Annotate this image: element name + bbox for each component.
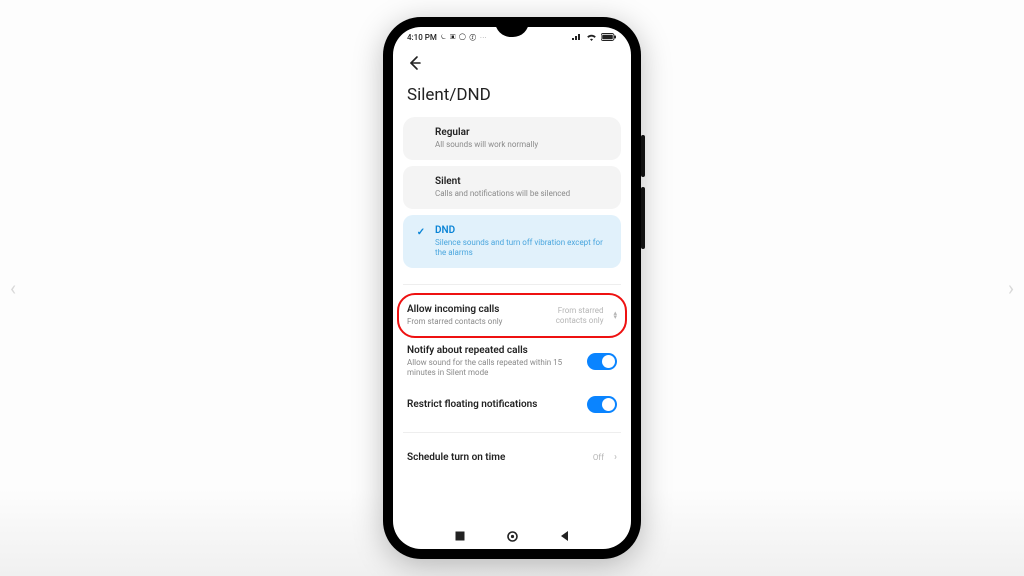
row-subtitle: From starred contacts only (407, 317, 525, 327)
check-icon (415, 127, 427, 129)
battery-icon (601, 33, 617, 41)
row-value: Off (593, 453, 604, 462)
arrow-left-icon (407, 55, 423, 71)
row-value: From starred contacts only (533, 306, 603, 324)
row-title: Allow incoming calls (407, 304, 525, 315)
row-title: Notify about repeated calls (407, 345, 579, 356)
mode-option-silent[interactable]: Silent Calls and notifications will be s… (403, 166, 621, 209)
mode-subtitle: Calls and notifications will be silenced (435, 189, 609, 199)
row-allow-incoming-calls[interactable]: Allow incoming calls From starred contac… (403, 295, 621, 336)
nav-recents-button[interactable] (454, 530, 466, 542)
phone-frame: 4:10 PM ⏾ ▣ ◯ ⓕ ⋯ Silent/DND Reg (383, 17, 641, 559)
android-nav-bar (393, 523, 631, 549)
mode-title: Regular (435, 127, 609, 138)
row-restrict-floating[interactable]: Restrict floating notifications (403, 387, 621, 422)
phone-screen: 4:10 PM ⏾ ▣ ◯ ⓕ ⋯ Silent/DND Reg (393, 27, 631, 549)
divider (403, 432, 621, 433)
mode-option-regular[interactable]: Regular All sounds will work normally (403, 117, 621, 160)
divider (403, 284, 621, 285)
row-notify-repeated-calls[interactable]: Notify about repeated calls Allow sound … (403, 336, 621, 387)
row-title: Restrict floating notifications (407, 399, 579, 410)
page-title: Silent/DND (407, 75, 617, 117)
back-button[interactable] (407, 51, 431, 75)
toggle-notify-repeated[interactable] (587, 353, 617, 370)
toggle-restrict-floating[interactable] (587, 396, 617, 413)
prev-slide-button[interactable]: ‹ (10, 276, 16, 300)
stepper-icon: ▴▾ (613, 312, 617, 319)
check-icon (415, 176, 427, 178)
mode-subtitle: All sounds will work normally (435, 140, 609, 150)
signal-icon (572, 33, 582, 41)
mode-subtitle: Silence sounds and turn off vibration ex… (435, 238, 609, 258)
row-title: Schedule turn on time (407, 452, 585, 463)
check-icon: ✓ (415, 225, 427, 238)
nav-home-button[interactable] (506, 530, 519, 543)
mode-title: Silent (435, 176, 609, 187)
mode-title: DND (435, 225, 609, 236)
mode-option-dnd[interactable]: ✓ DND Silence sounds and turn off vibrat… (403, 215, 621, 268)
mode-selector-group: Regular All sounds will work normally Si… (403, 117, 621, 274)
wifi-icon (586, 33, 597, 41)
status-time: 4:10 PM (407, 33, 437, 42)
row-subtitle: Allow sound for the calls repeated withi… (407, 358, 579, 378)
chevron-right-icon: › (614, 452, 617, 463)
status-left-icons: ⏾ ▣ ◯ ⓕ ⋯ (441, 33, 488, 42)
nav-back-button[interactable] (559, 530, 571, 542)
next-slide-button[interactable]: › (1008, 276, 1014, 300)
row-schedule-turn-on[interactable]: Schedule turn on time Off › (403, 443, 621, 472)
